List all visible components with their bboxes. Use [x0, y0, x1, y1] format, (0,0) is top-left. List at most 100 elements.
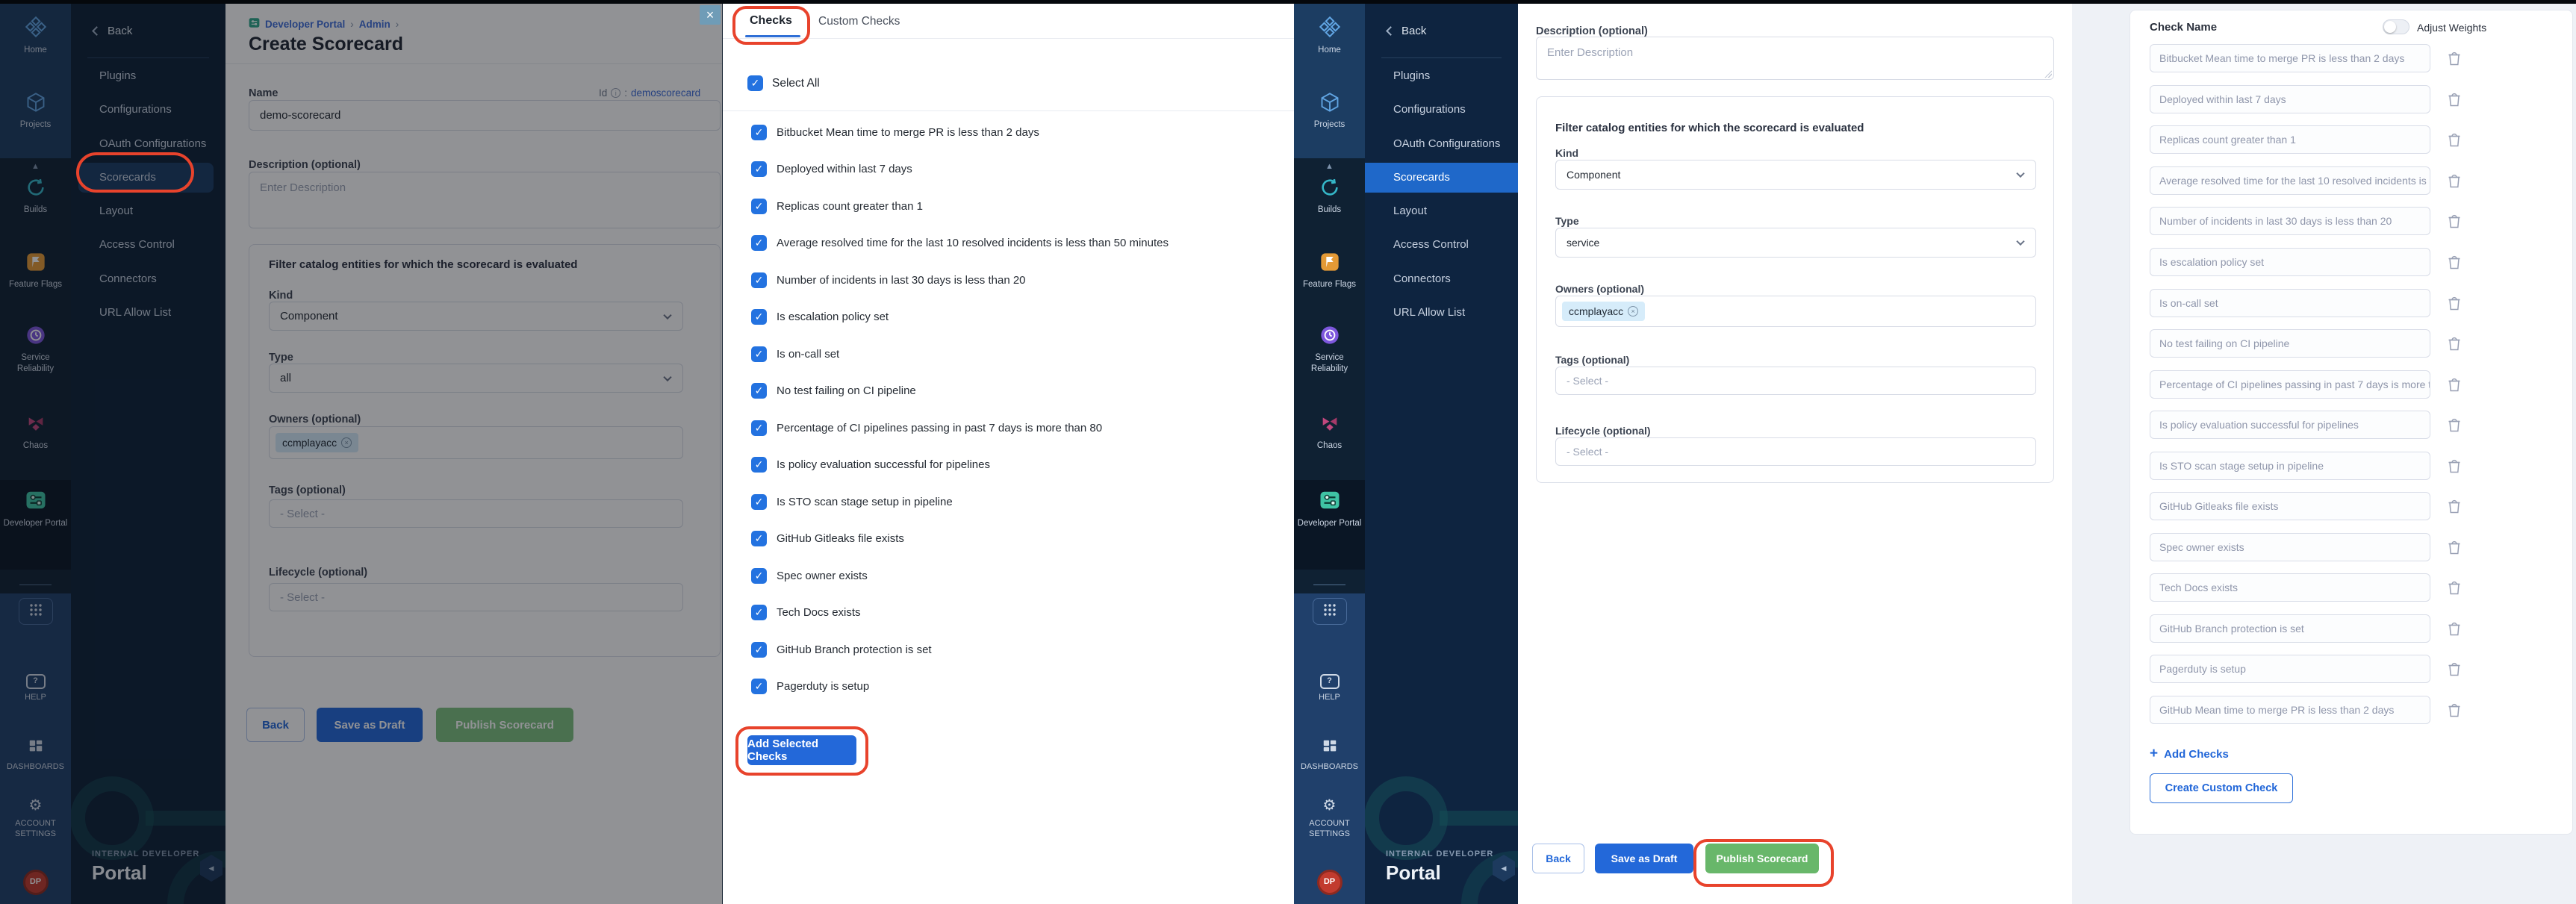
back-nav-button[interactable]: Back: [1387, 25, 1426, 37]
check-checkbox[interactable]: [751, 457, 767, 473]
check-name-input[interactable]: Deployed within last 7 days: [2150, 85, 2430, 113]
check-name-input[interactable]: Is escalation policy set: [2150, 248, 2430, 276]
gear-icon: [1323, 797, 1337, 815]
close-modal-button[interactable]: [700, 5, 721, 25]
subnav-item-plugins[interactable]: Plugins: [1365, 61, 1518, 91]
check-name-input[interactable]: No test failing on CI pipeline: [2150, 329, 2430, 358]
check-checkbox[interactable]: [751, 346, 767, 362]
sidebar-item-account-settings[interactable]: ACCOUNT SETTINGS: [1294, 797, 1365, 840]
lifecycle-select[interactable]: - Select -: [1555, 437, 2036, 466]
type-select[interactable]: service: [1555, 228, 2036, 258]
check-checkbox[interactable]: [751, 383, 767, 399]
check-checkbox[interactable]: [751, 642, 767, 658]
sidebar-item-home[interactable]: Home: [1294, 16, 1365, 56]
sidebar-item-builds[interactable]: Builds: [1294, 177, 1365, 216]
create-custom-check-button[interactable]: Create Custom Check: [2150, 773, 2293, 803]
delete-check-icon[interactable]: [2447, 579, 2462, 596]
sidebar-item-feature-flags[interactable]: Feature Flags: [1294, 252, 1365, 290]
check-name-input[interactable]: Is policy evaluation successful for pipe…: [2150, 411, 2430, 439]
delete-check-icon[interactable]: [2447, 335, 2462, 352]
modal-backdrop[interactable]: [0, 0, 722, 904]
check-name-input[interactable]: GitHub Branch protection is set: [2150, 614, 2430, 643]
back-button[interactable]: Back: [1532, 844, 1584, 873]
kind-select[interactable]: Component: [1555, 160, 2036, 190]
owners-input[interactable]: ccmplayacc: [1555, 296, 2036, 327]
check-name-input[interactable]: Replicas count greater than 1: [2150, 125, 2430, 154]
sidebar-item-service-reliability[interactable]: Service Reliability: [1294, 325, 1365, 374]
check-name-input[interactable]: GitHub Gitleaks file exists: [2150, 492, 2430, 520]
check-name-input[interactable]: GitHub Mean time to merge PR is less tha…: [2150, 696, 2430, 724]
delete-check-icon[interactable]: [2447, 702, 2462, 718]
delete-check-icon[interactable]: [2447, 376, 2462, 393]
select-all-checkbox[interactable]: [747, 75, 763, 91]
description-input[interactable]: Enter Description: [1536, 37, 2054, 80]
check-row: Percentage of CI pipelines passing in pa…: [2150, 370, 2462, 399]
delete-check-icon[interactable]: [2447, 254, 2462, 270]
check-name-input[interactable]: Tech Docs exists: [2150, 573, 2430, 602]
subnav-item-access-control[interactable]: Access Control: [1365, 230, 1518, 260]
tags-select[interactable]: - Select -: [1555, 367, 2036, 395]
check-checkbox[interactable]: [751, 125, 767, 140]
subnav-item-scorecards-selected[interactable]: Scorecards: [1365, 163, 1518, 193]
adjust-weights-label: Adjust Weights: [2417, 22, 2486, 34]
check-name-input[interactable]: Average resolved time for the last 10 re…: [2150, 166, 2430, 195]
sidebar-item-chaos[interactable]: Chaos: [1294, 413, 1365, 452]
delete-check-icon[interactable]: [2447, 661, 2462, 677]
subnav-item-configurations[interactable]: Configurations: [1365, 95, 1518, 125]
account-logo[interactable]: DP: [1294, 870, 1365, 895]
check-checkbox[interactable]: [751, 272, 767, 288]
check-checkbox[interactable]: [751, 679, 767, 694]
check-row: GitHub Mean time to merge PR is less tha…: [2150, 696, 2462, 724]
sidebar-item-projects[interactable]: Projects: [1294, 92, 1365, 131]
check-checkbox[interactable]: [751, 309, 767, 325]
delete-check-icon[interactable]: [2447, 50, 2462, 66]
subnav-item-oauth-configurations[interactable]: OAuth Configurations: [1365, 129, 1518, 159]
delete-check-icon[interactable]: [2447, 172, 2462, 189]
adjust-weights-toggle[interactable]: [2383, 19, 2409, 34]
check-name-input[interactable]: Is on-call set: [2150, 289, 2430, 317]
module-grid-button[interactable]: [1313, 598, 1347, 625]
check-checkbox[interactable]: [751, 494, 767, 510]
subnav-item-layout[interactable]: Layout: [1365, 196, 1518, 226]
delete-check-icon[interactable]: [2447, 131, 2462, 148]
delete-check-icon[interactable]: [2447, 91, 2462, 107]
tab-custom-checks[interactable]: Custom Checks: [818, 15, 900, 28]
delete-check-icon[interactable]: [2447, 295, 2462, 311]
subnav-item-connectors[interactable]: Connectors: [1365, 264, 1518, 294]
check-checkbox[interactable]: [751, 568, 767, 584]
add-checks-link[interactable]: Add Checks: [2150, 746, 2229, 762]
delete-check-icon[interactable]: [2447, 213, 2462, 229]
delete-check-icon[interactable]: [2447, 417, 2462, 433]
check-checkbox[interactable]: [751, 420, 767, 436]
check-checkbox[interactable]: [751, 605, 767, 620]
check-name-input[interactable]: Is STO scan stage setup in pipeline: [2150, 452, 2430, 480]
check-option: Spec owner exists: [751, 568, 868, 584]
check-name-input[interactable]: Pagerduty is setup: [2150, 655, 2430, 683]
sidebar-item-dashboards[interactable]: DASHBOARDS: [1294, 738, 1365, 773]
sidebar-item-developer-portal[interactable]: Developer Portal: [1294, 489, 1365, 529]
check-name-input[interactable]: Number of incidents in last 30 days is l…: [2150, 207, 2430, 235]
subnav-item-url-allow-list[interactable]: URL Allow List: [1365, 298, 1518, 328]
save-as-draft-button[interactable]: Save as Draft: [1595, 844, 1693, 873]
remove-owner-icon[interactable]: [1628, 306, 1638, 317]
check-checkbox[interactable]: [751, 235, 767, 251]
owner-chip[interactable]: ccmplayacc: [1562, 302, 1645, 321]
check-checkbox[interactable]: [751, 531, 767, 546]
sidebar-item-help[interactable]: HELP: [1294, 674, 1365, 703]
delete-check-icon[interactable]: [2447, 458, 2462, 474]
scroll-up-icon[interactable]: [1294, 162, 1365, 171]
check-checkbox[interactable]: [751, 161, 767, 177]
check-checkbox[interactable]: [751, 199, 767, 214]
publish-scorecard-button[interactable]: Publish Scorecard: [1705, 844, 1819, 873]
delete-check-icon[interactable]: [2447, 539, 2462, 555]
delete-check-icon[interactable]: [2447, 498, 2462, 514]
check-name-header: Check Name: [2150, 21, 2217, 34]
check-name-input[interactable]: Percentage of CI pipelines passing in pa…: [2150, 370, 2430, 399]
check-name-input[interactable]: Bitbucket Mean time to merge PR is less …: [2150, 44, 2430, 72]
check-name-input[interactable]: Spec owner exists: [2150, 533, 2430, 561]
admin-subnav-b: Back Plugins Configurations OAuth Config…: [1365, 4, 1518, 904]
add-selected-checks-button[interactable]: Add Selected Checks: [747, 735, 856, 765]
tab-checks[interactable]: Checks: [750, 14, 792, 28]
delete-check-icon[interactable]: [2447, 620, 2462, 637]
filter-heading: Filter catalog entities for which the sc…: [1555, 122, 1864, 134]
